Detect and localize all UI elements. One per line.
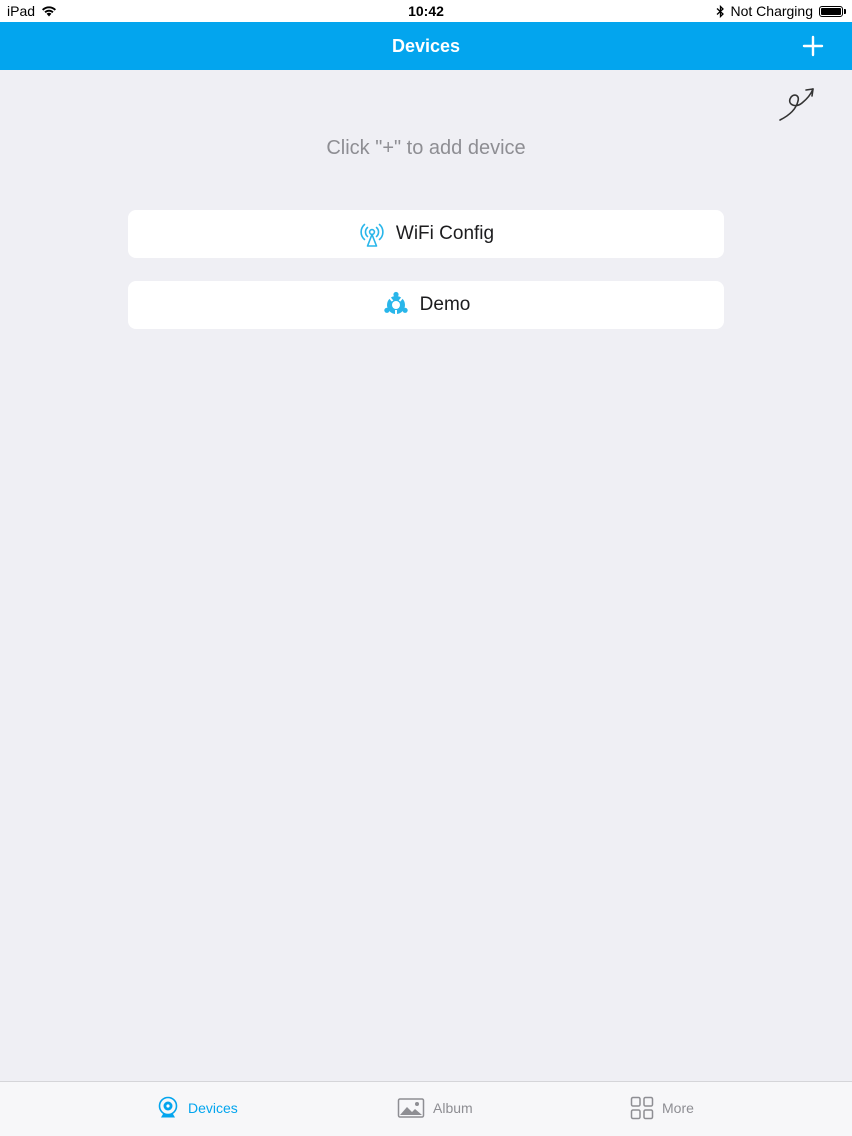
nav-bar: Devices [0,22,852,70]
grid-icon [630,1096,654,1120]
tab-devices[interactable]: Devices [156,1096,238,1120]
battery-icon [819,5,843,17]
wifi-config-label: WiFi Config [395,223,495,244]
tab-album-label: Album [433,1100,473,1116]
tab-album[interactable]: Album [397,1096,473,1120]
tab-more-label: More [662,1100,694,1116]
camera-icon [158,1096,178,1118]
demo-label: Demo [419,294,471,315]
add-device-button[interactable] [802,35,824,57]
curly-arrow-icon [779,88,814,121]
tab-more[interactable]: More [630,1096,694,1120]
bluetooth-icon [716,4,724,18]
tab-bar: Devices Album More [0,1081,852,1136]
status-bar: iPad 10:42 Not Charging [0,0,852,22]
tab-devices-label: Devices [188,1100,238,1116]
wifi-config-button[interactable]: WiFi Config [128,210,724,258]
image-icon [397,1098,425,1118]
demo-button[interactable]: Demo [128,281,724,329]
demo-icon [383,291,408,314]
status-right: Not Charging [716,3,846,19]
battery-status: Not Charging [730,3,814,19]
wifi-antenna-icon [360,223,384,247]
add-device-hint: Click "+" to add device [326,137,526,159]
battery-tip [844,8,846,14]
page-title: Devices [391,36,461,56]
